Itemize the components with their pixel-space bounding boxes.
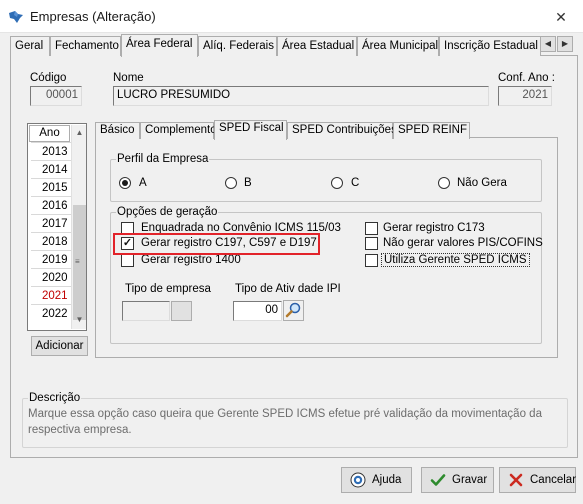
conf-ano-field[interactable]: 2021 (498, 86, 552, 106)
close-window-icon[interactable]: ✕ (548, 6, 574, 28)
tab-aliq-federais[interactable]: Alíq. Federais (198, 36, 277, 56)
descricao-line-1: Marque essa opção caso queira que Gerent… (28, 408, 542, 420)
tab-scroll-arrows: ◀ ▶ (540, 36, 574, 52)
tipo-atividade-label: Tipo de Ativ dade IPI (235, 283, 341, 295)
year-list[interactable]: Ano 2013 2014 2015 2016 2017 2018 2019 2… (27, 123, 87, 331)
scroll-thumb[interactable]: ≡ (73, 205, 86, 320)
title-bar: Empresas (Alteração) ✕ (0, 0, 583, 33)
year-item[interactable]: 2022 (31, 304, 71, 322)
tipo-empresa-lookup-button[interactable] (171, 301, 192, 321)
tab-sped-fiscal[interactable]: SPED Fiscal (214, 120, 287, 140)
app-logo-icon (9, 11, 23, 23)
nome-label: Nome (113, 72, 144, 84)
help-button[interactable]: Ajuda (341, 467, 412, 493)
perfil-empresa-title: Perfil da Empresa (116, 153, 210, 165)
tipo-atividade-search-button[interactable] (283, 300, 304, 321)
gerar-1400-checkbox[interactable] (121, 254, 134, 267)
year-item[interactable]: 2016 (31, 196, 71, 214)
magnifier-icon (285, 302, 301, 318)
descricao-title: Descrição (28, 392, 82, 404)
year-item[interactable]: 2018 (31, 232, 71, 250)
gerar-c173-label: Gerar registro C173 (383, 222, 485, 234)
save-button[interactable]: Gravar (421, 467, 494, 493)
tab-scroll-right-icon[interactable]: ▶ (557, 36, 573, 52)
nao-gerar-pis-cofins-checkbox[interactable] (365, 237, 378, 250)
scroll-up-icon[interactable]: ▲ (72, 125, 87, 141)
utiliza-gerente-sped-label: Utiliza Gerente SPED ICMS (381, 253, 530, 267)
gerar-c173-checkbox[interactable] (365, 222, 378, 235)
window-title: Empresas (Alteração) (30, 9, 156, 24)
save-button-label: Gravar (452, 474, 488, 486)
year-list-header: Ano (29, 125, 70, 142)
tab-complemento[interactable]: Complemento (140, 122, 217, 139)
year-item[interactable]: 2013 (31, 142, 71, 160)
tab-area-federal[interactable]: Área Federal (121, 34, 198, 57)
add-year-button[interactable]: Adicionar (31, 336, 88, 356)
perfil-nao-gera-radio[interactable] (438, 177, 450, 189)
help-button-label: Ajuda (372, 474, 402, 486)
year-item[interactable]: 2020 (31, 268, 71, 286)
tab-fechamento[interactable]: Fechamento (50, 36, 121, 56)
cancel-button-label: Cancelar (530, 474, 577, 486)
year-item-selected[interactable]: 2021 (31, 286, 71, 304)
tab-geral[interactable]: Geral (10, 36, 50, 56)
conf-ano-label: Conf. Ano : (498, 72, 555, 84)
gerar-1400-label: Gerar registro 1400 (141, 254, 241, 266)
descricao-line-2: respectiva empresa. (28, 424, 132, 436)
help-icon (350, 472, 366, 488)
opcoes-geracao-title: Opções de geração (116, 206, 219, 218)
cancel-x-icon (509, 473, 523, 487)
descricao-text: Marque essa opção caso queira que Gerent… (28, 406, 564, 438)
tab-inscricao-estadual[interactable]: Inscrição Estadual S (439, 36, 541, 56)
year-item[interactable]: 2015 (31, 178, 71, 196)
scroll-down-icon[interactable]: ▼ (72, 312, 87, 328)
perfil-c-label: C (351, 177, 360, 189)
perfil-c-radio[interactable] (331, 177, 343, 189)
tab-scroll-left-icon[interactable]: ◀ (540, 36, 556, 52)
perfil-a-label: A (139, 177, 147, 189)
codigo-label: Código (30, 72, 67, 84)
tab-area-municipal[interactable]: Área Municipal (357, 36, 439, 56)
year-item[interactable]: 2019 (31, 250, 71, 268)
tab-sped-reinf[interactable]: SPED REINF (393, 122, 470, 139)
codigo-field[interactable]: 00001 (30, 86, 82, 106)
nao-gerar-pis-cofins-label: Não gerar valores PIS/COFINS (383, 237, 543, 249)
perfil-b-radio[interactable] (225, 177, 237, 189)
perfil-nao-gera-label: Não Gera (457, 177, 507, 189)
year-list-scrollbar[interactable]: ▲ ≡ ▼ (71, 125, 86, 329)
highlight-box (113, 233, 320, 255)
tab-basico[interactable]: Básico (95, 122, 140, 139)
tipo-atividade-field[interactable]: 00 (233, 301, 282, 321)
nome-field[interactable]: LUCRO PRESUMIDO (113, 86, 489, 106)
perfil-b-label: B (244, 177, 252, 189)
perfil-a-radio[interactable] (119, 177, 131, 189)
cancel-button[interactable]: Cancelar (499, 467, 576, 493)
checkmark-icon (430, 474, 446, 486)
year-item[interactable]: 2014 (31, 160, 71, 178)
year-item[interactable]: 2017 (31, 214, 71, 232)
tipo-empresa-field[interactable] (122, 301, 170, 321)
tipo-empresa-label: Tipo de empresa (125, 283, 211, 295)
utiliza-gerente-sped-checkbox[interactable] (365, 254, 378, 267)
tab-sped-contribuicoes[interactable]: SPED Contribuições (287, 122, 397, 139)
inner-tab-strip: Básico Complemento SPED Fiscal SPED Cont… (95, 120, 485, 140)
main-tab-strip: Geral Fechamento Área Federal Alíq. Fede… (10, 34, 578, 57)
tab-area-estadual[interactable]: Área Estadual (277, 36, 357, 56)
